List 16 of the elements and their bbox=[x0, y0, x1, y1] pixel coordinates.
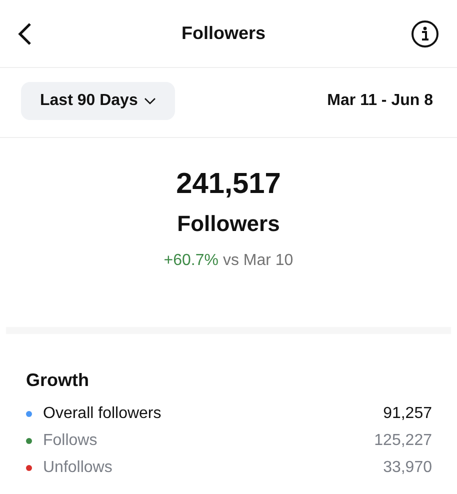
date-range: Mar 11 - Jun 8 bbox=[327, 92, 433, 110]
legend-label[interactable]: Unfollows bbox=[43, 458, 384, 476]
info-icon bbox=[410, 20, 439, 48]
info-button[interactable] bbox=[410, 20, 439, 48]
date-range-dropdown[interactable]: Last 90 Days bbox=[21, 82, 175, 120]
page-title: Followers bbox=[181, 23, 266, 44]
follower-label: Followers bbox=[177, 211, 280, 237]
legend-value: 125,227 bbox=[374, 432, 432, 450]
section-title: Growth bbox=[26, 370, 90, 391]
legend-label[interactable]: Overall followers bbox=[43, 404, 384, 422]
legend-value: 33,970 bbox=[383, 458, 432, 476]
follower-count: 241,517 bbox=[176, 168, 281, 201]
legend-value: 91,257 bbox=[383, 404, 432, 422]
legend-label[interactable]: Follows bbox=[43, 432, 374, 450]
change-text: +60.7% vs Mar 10 bbox=[164, 252, 294, 270]
chevron-down-icon bbox=[144, 97, 156, 105]
